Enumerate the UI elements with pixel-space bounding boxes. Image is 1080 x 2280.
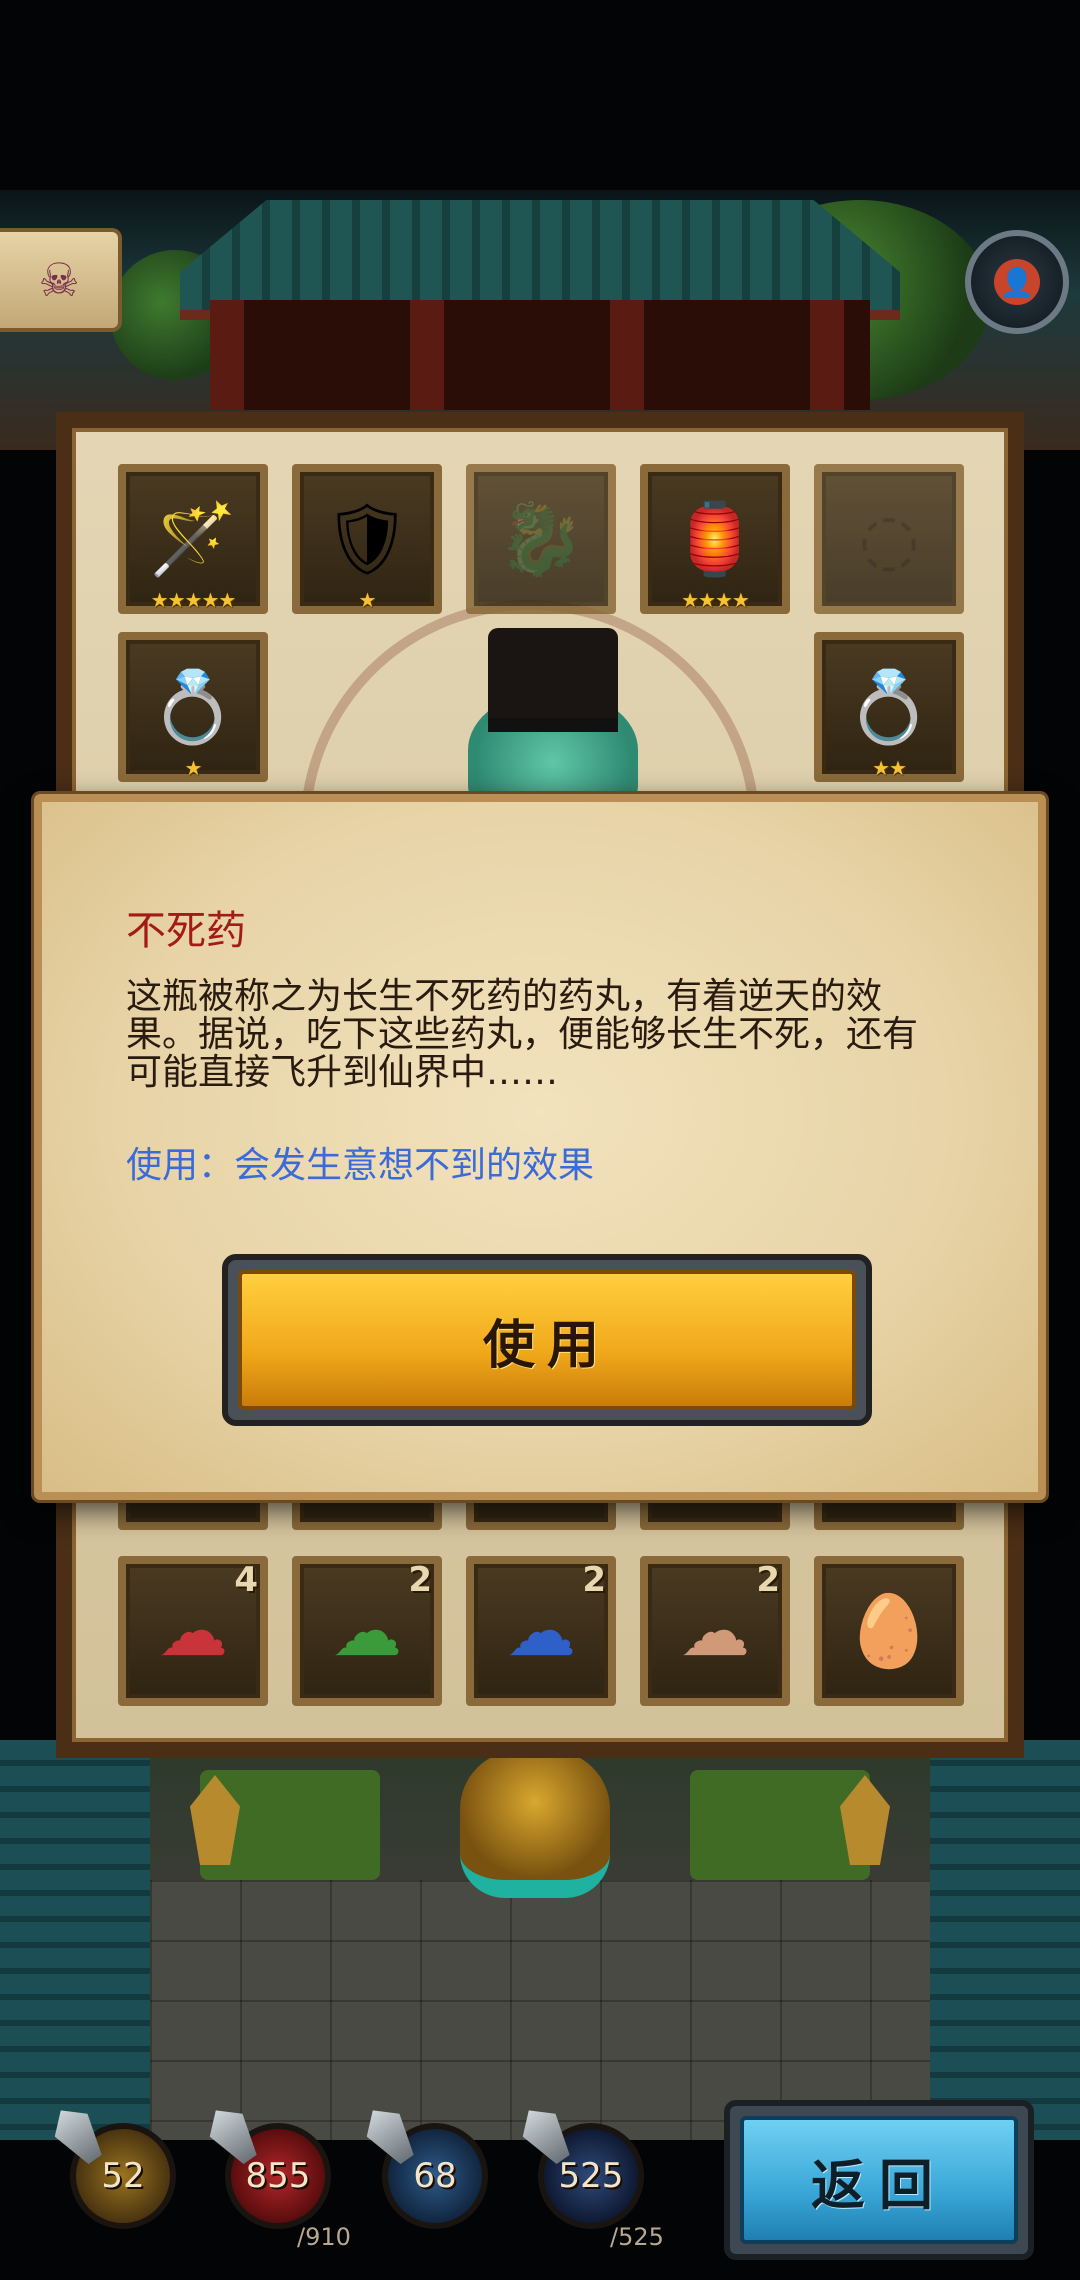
egg-icon: 🥚 (845, 1590, 933, 1672)
inventory-slot[interactable]: 🛡 ★ (292, 464, 442, 614)
back-button-label: 返回 (811, 2153, 947, 2217)
star-rating: ★★★★ (681, 588, 750, 612)
mp-max: /525 (610, 2223, 664, 2251)
skull-menu-button[interactable]: ☠ (0, 228, 122, 332)
temple-gate (210, 300, 870, 410)
item-count: 2 (408, 1560, 432, 1600)
person-icon: 👤 (994, 259, 1040, 305)
defense-value: 68 (413, 2156, 457, 2196)
star-rating: ★ (184, 756, 203, 780)
locked-dragon-icon: 🐉 (497, 498, 585, 580)
silver-bracelet-icon: 💍 (149, 666, 237, 748)
item-count: 2 (756, 1560, 780, 1600)
mp-value: 525 (558, 2156, 624, 2196)
hp-value: 855 (245, 2156, 311, 2196)
star-rating: ★ (358, 588, 377, 612)
item-effect: 使用：会发生意想不到的效果 (126, 1145, 595, 1186)
attack-value: 52 (101, 2156, 145, 2196)
star-rating: ★★ (872, 756, 907, 780)
item-count: 4 (234, 1560, 258, 1600)
purple-lantern-icon: 🏮 (671, 498, 759, 580)
inventory-slot[interactable]: 🥚 (814, 1556, 964, 1706)
item-detail-dialog: 不死药 这瓶被称之为长生不死药的药丸，有着逆天的效果。据说，吃下这些药丸，便能够… (34, 794, 1046, 1500)
tiled-wall-right (930, 1740, 1080, 2140)
garden-patch-right (690, 1770, 870, 1880)
inventory-slot[interactable]: 🏮 ★★★★ (640, 464, 790, 614)
back-button[interactable]: 返回 (724, 2100, 1034, 2260)
use-button-label: 使用 (482, 1315, 611, 1376)
tiled-wall-left (0, 1740, 150, 2140)
locked-item-icon: ◌ (858, 498, 920, 580)
inventory-slot[interactable]: ☁ 2 (466, 1556, 616, 1706)
inventory-slot[interactable]: ☁ 2 (640, 1556, 790, 1706)
hp-stat: 855 /910 (225, 2123, 351, 2251)
inventory-slot[interactable]: ☁ 4 (118, 1556, 268, 1706)
golden-cauldron (460, 1750, 610, 1898)
tan-cloud-icon: ☁ (680, 1590, 750, 1672)
green-cloud-icon: ☁ (332, 1590, 402, 1672)
item-description: 这瓶被称之为长生不死药的药丸，有着逆天的效果。据说，吃下这些药丸，便能够长生不死… (126, 976, 919, 1093)
silver-ring-icon: 💍 (845, 666, 933, 748)
game-screen: ☠ 👤 🪄 ★★★★★ 🛡 ★ 🐉 🏮 ★★★★ ◌ 💍 ★ 💍 ★★ ☁ 4 … (0, 0, 1080, 2280)
inventory-slot[interactable]: ☁ 2 (292, 1556, 442, 1706)
inventory-slot[interactable]: 🪄 ★★★★★ (118, 464, 268, 614)
use-button-face: 使用 (238, 1270, 856, 1410)
star-rating: ★★★★★ (150, 588, 237, 612)
defense-stat: 68 (382, 2123, 488, 2229)
profile-button[interactable]: 👤 (965, 230, 1069, 334)
armor-icon: 🛡 (322, 498, 412, 580)
blue-cloud-icon: ☁ (506, 1590, 576, 1672)
item-count: 2 (582, 1560, 606, 1600)
purple-wand-icon: 🪄 (149, 498, 237, 580)
skull-icon: ☠ (38, 253, 80, 307)
hp-max: /910 (297, 2223, 351, 2251)
red-cloud-icon: ☁ (158, 1590, 228, 1672)
inventory-slot-locked[interactable]: ◌ (814, 464, 964, 614)
mp-stat: 525 /525 (538, 2123, 664, 2251)
inventory-slot[interactable]: 💍 ★ (118, 632, 268, 782)
inventory-slot[interactable]: 💍 ★★ (814, 632, 964, 782)
top-hat (488, 628, 618, 732)
attack-stat: 52 (70, 2123, 176, 2229)
inventory-slot-locked[interactable]: 🐉 (466, 464, 616, 614)
item-name: 不死药 (126, 908, 246, 954)
back-button-face: 返回 (740, 2116, 1018, 2244)
use-button[interactable]: 使用 (222, 1254, 872, 1426)
